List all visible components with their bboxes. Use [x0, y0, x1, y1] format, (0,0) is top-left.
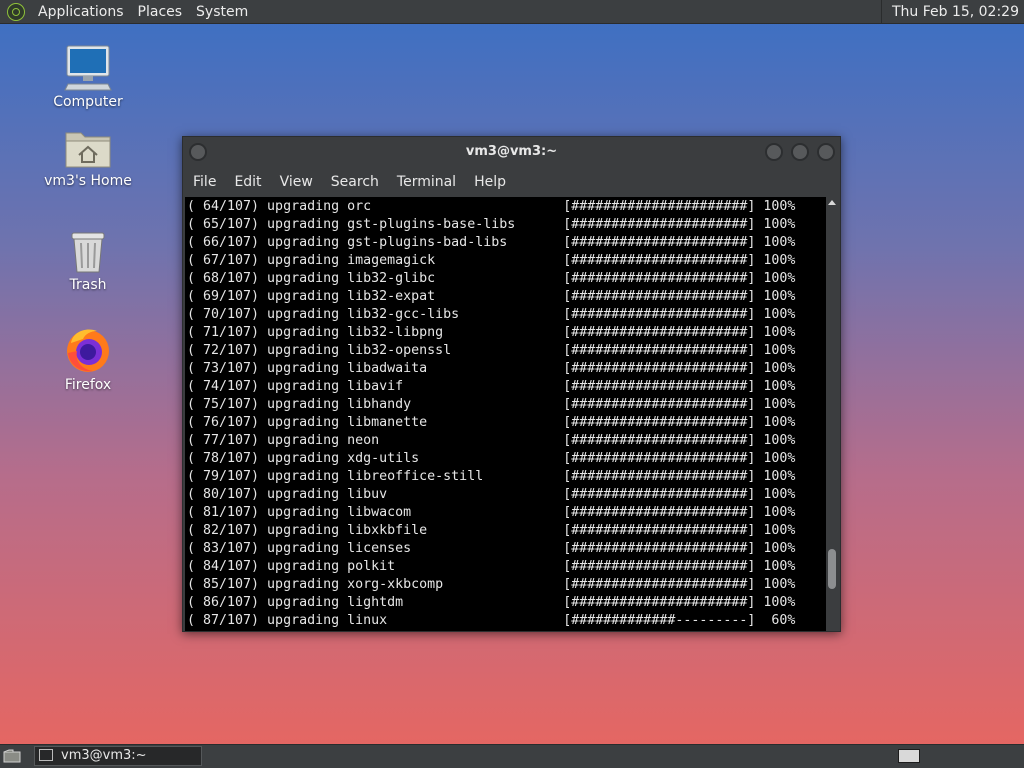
window-title: vm3@vm3:~ — [465, 144, 558, 159]
distro-logo-icon[interactable] — [7, 2, 25, 21]
terminal-line: ( 66/107) upgrading gst-plugins-bad-libs… — [187, 235, 796, 250]
taskbar-window-label: vm3@vm3:~ — [61, 748, 147, 763]
terminal-line: ( 73/107) upgrading libadwaita [########… — [187, 361, 796, 376]
terminal-menubar: File Edit View Search Terminal Help — [183, 170, 840, 194]
top-panel: Applications Places System Thu Feb 15, 0… — [0, 0, 1024, 24]
terminal-line: ( 86/107) upgrading lightdm [###########… — [187, 595, 796, 610]
desktop-icon-label: Computer — [53, 94, 123, 110]
close-button[interactable] — [817, 143, 835, 161]
terminal-icon — [39, 749, 53, 761]
trash-icon — [71, 232, 105, 273]
terminal-line: ( 67/107) upgrading imagemagick [#######… — [187, 253, 796, 268]
terminal-line: ( 65/107) upgrading gst-plugins-base-lib… — [187, 217, 796, 232]
menu-applications[interactable]: Applications — [31, 4, 131, 20]
window-menu-button[interactable] — [189, 143, 207, 161]
terminal-line: ( 74/107) upgrading libavif [###########… — [187, 379, 796, 394]
terminal-line: ( 81/107) upgrading libwacom [##########… — [187, 505, 796, 520]
terminal-line: ( 70/107) upgrading lib32-gcc-libs [####… — [187, 307, 796, 322]
maximize-button[interactable] — [791, 143, 809, 161]
terminal-line: ( 85/107) upgrading xorg-xkbcomp [######… — [187, 577, 796, 592]
terminal-line: ( 77/107) upgrading neon [##############… — [187, 433, 796, 448]
window-titlebar[interactable]: vm3@vm3:~ — [183, 137, 840, 167]
scroll-up-arrow-icon[interactable] — [828, 200, 836, 205]
desktop-icon-home[interactable]: vm3's Home — [43, 127, 133, 189]
terminal-line: ( 82/107) upgrading libxkbfile [########… — [187, 523, 796, 538]
terminal-scrollbar[interactable] — [826, 197, 838, 631]
desktop-icon-firefox[interactable]: Firefox — [43, 325, 133, 393]
terminal-line: ( 84/107) upgrading polkit [############… — [187, 559, 796, 574]
terminal-line: ( 71/107) upgrading lib32-libpng [######… — [187, 325, 796, 340]
desktop-icon-label: Trash — [69, 277, 107, 293]
workspace-switcher[interactable] — [898, 749, 920, 763]
menu-system[interactable]: System — [189, 4, 255, 20]
terminal-line: ( 76/107) upgrading libmanette [########… — [187, 415, 796, 430]
terminal-line: ( 75/107) upgrading libhandy [##########… — [187, 397, 796, 412]
taskbar-window-button[interactable]: vm3@vm3:~ — [34, 746, 202, 766]
menu-help[interactable]: Help — [464, 174, 514, 190]
menu-places[interactable]: Places — [131, 4, 190, 20]
terminal-line: ( 68/107) upgrading lib32-glibc [#######… — [187, 271, 796, 286]
home-folder-icon — [65, 132, 111, 168]
terminal-line: ( 72/107) upgrading lib32-openssl [#####… — [187, 343, 796, 358]
terminal-lines: ( 64/107) upgrading orc [###############… — [187, 198, 795, 630]
menu-file[interactable]: File — [183, 174, 224, 190]
desktop-icon-computer[interactable]: Computer — [43, 44, 133, 110]
menu-search[interactable]: Search — [321, 174, 387, 190]
terminal-line: ( 79/107) upgrading libreoffice-still [#… — [187, 469, 796, 484]
terminal-window[interactable]: vm3@vm3:~ File Edit View Search Terminal… — [182, 136, 841, 632]
minimize-button[interactable] — [765, 143, 783, 161]
terminal-line: ( 69/107) upgrading lib32-expat [#######… — [187, 289, 796, 304]
desktop-icon-label: Firefox — [64, 377, 112, 393]
firefox-icon — [67, 329, 109, 372]
bottom-panel: vm3@vm3:~ — [0, 744, 1024, 768]
terminal-line: ( 83/107) upgrading licenses [##########… — [187, 541, 796, 556]
terminal-line: ( 87/107) upgrading linux [#############… — [187, 613, 796, 628]
menu-terminal[interactable]: Terminal — [387, 174, 464, 190]
scrollbar-thumb[interactable] — [828, 549, 836, 590]
show-desktop-icon[interactable] — [3, 749, 21, 763]
desktop-icon-label: vm3's Home — [44, 173, 132, 189]
computer-icon — [64, 45, 112, 91]
menu-edit[interactable]: Edit — [224, 174, 269, 190]
clock[interactable]: Thu Feb 15, 02:29 — [880, 0, 1024, 24]
terminal-output[interactable]: ( 64/107) upgrading orc [###############… — [185, 197, 826, 631]
terminal-line: ( 78/107) upgrading xdg-utils [#########… — [187, 451, 796, 466]
terminal-line: ( 80/107) upgrading libuv [#############… — [187, 487, 796, 502]
menu-view[interactable]: View — [270, 174, 321, 190]
terminal-line: ( 64/107) upgrading orc [###############… — [187, 199, 796, 214]
desktop-icon-trash[interactable]: Trash — [43, 229, 133, 293]
